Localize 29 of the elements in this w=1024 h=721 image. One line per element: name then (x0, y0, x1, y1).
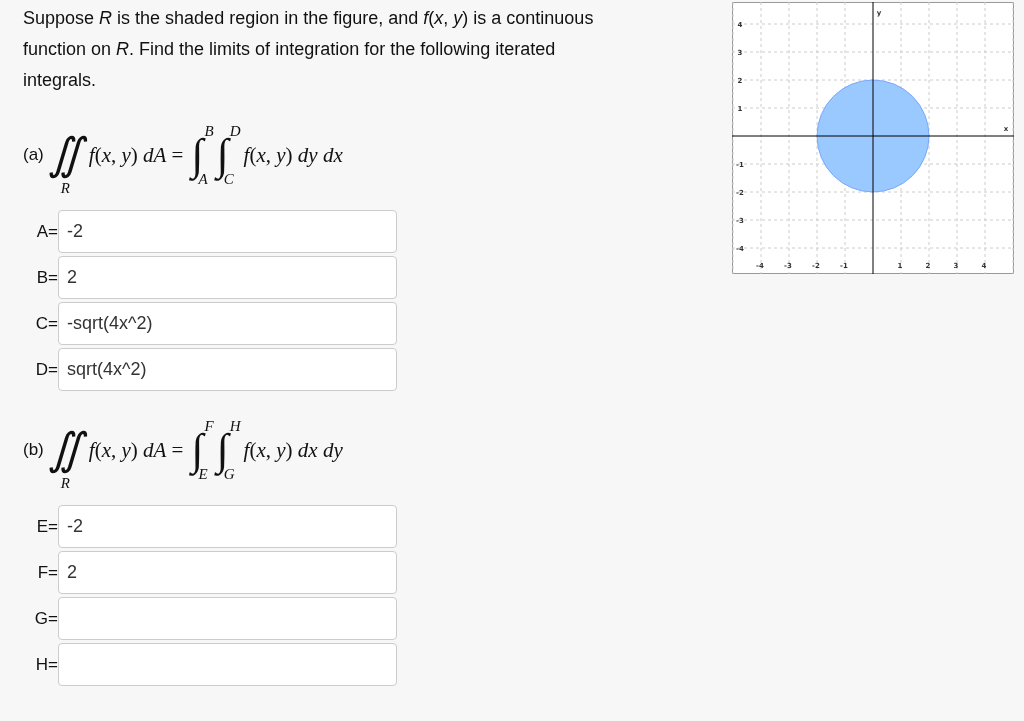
answer-field[interactable]: 2 (58, 256, 397, 299)
integrand-text: f(x, y) dy dx (243, 142, 343, 168)
answer-field[interactable]: 2 (58, 551, 397, 594)
answer-field[interactable]: -sqrt(4x^2) (58, 302, 397, 345)
region-label: R (60, 475, 70, 491)
answer-field[interactable] (58, 643, 397, 686)
field-label: A= (35, 221, 58, 242)
field-label: B= (35, 267, 58, 288)
part-label: (b) (23, 440, 44, 460)
integrand-text: f(x, y) dA = (88, 142, 184, 168)
part-label: (a) (23, 145, 44, 165)
field-label: H= (34, 654, 58, 675)
field-label: C= (34, 313, 58, 334)
problem-text: Suppose R is the shaded region in the figure, and f(x, y) is a continuous function on R. Find the limits of integration for the following iterated integrals. (23, 7, 595, 92)
answer-field[interactable]: sqrt(4x^2) (58, 348, 397, 391)
upper-limit: F (204, 418, 214, 434)
answer-field[interactable]: -2 (58, 505, 397, 548)
field-label: E= (35, 516, 58, 537)
upper-limit: H (229, 418, 241, 434)
answer-field[interactable] (58, 597, 397, 640)
integrand-text: f(x, y) dx dy (243, 437, 343, 463)
integrand-text: f(x, y) dA = (88, 437, 184, 463)
field-label: F= (36, 562, 58, 583)
field-label: D= (34, 359, 58, 380)
upper-limit: B (204, 123, 214, 139)
upper-limit: D (229, 123, 241, 139)
field-label: G= (33, 608, 58, 629)
region-label: R (60, 180, 70, 196)
answer-field[interactable]: -2 (58, 210, 397, 253)
